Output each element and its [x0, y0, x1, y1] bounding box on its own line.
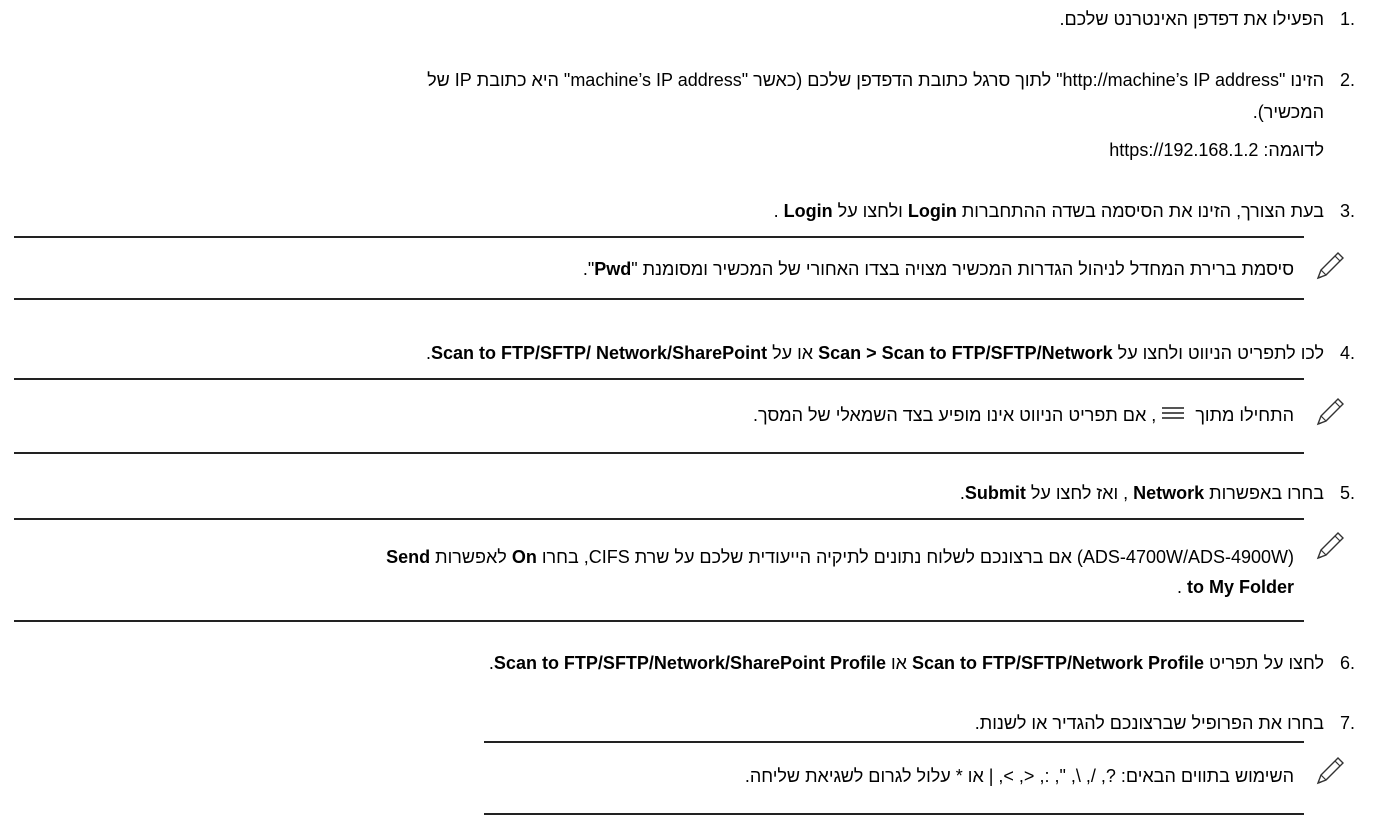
pencil-icon	[1314, 753, 1348, 787]
step-number: 6.	[1340, 653, 1356, 673]
step-text-line: המכשיר).	[1252, 102, 1324, 122]
text-run: , ואז לחצו על	[1025, 483, 1134, 503]
note-default-password: סיסמת ברירת המחדל לניהול הגדרות המכשיר מ…	[14, 236, 1344, 300]
text-run: , אם תפריט הניווט אינו מופיע בצד השמאלי …	[753, 405, 1157, 425]
text-run: .	[1176, 577, 1187, 597]
text-run: לאפשרות	[430, 547, 512, 567]
pencil-icon	[1314, 394, 1348, 428]
password-label: Pwd	[594, 259, 632, 279]
option-name: to My Folder	[1187, 577, 1294, 597]
text-run: ולחצו על	[832, 201, 908, 221]
note-invalid-characters: השימוש בתווים הבאים: ?, /, \, ", :, <, >…	[484, 741, 1344, 815]
step-number: 1.	[1340, 9, 1356, 29]
note-text: התחילו מתוך , אם תפריט הניווט אינו מופיע…	[14, 402, 1294, 429]
option-name: Send	[386, 547, 431, 567]
option-name: Network	[1133, 483, 1205, 503]
step-number: 2.	[1340, 70, 1356, 90]
step-text: לכו לתפריט הניווט ולחצו על Scan > Scan t…	[14, 340, 1324, 366]
step-7: 7. בחרו את הפרופיל שברצונכם להגדיר או לש…	[14, 710, 1364, 736]
example-text: לדוגמה: https://192.168.1.2	[1109, 140, 1324, 160]
pencil-icon	[1314, 528, 1348, 562]
step-4: 4. לכו לתפריט הניווט ולחצו על Scan > Sca…	[14, 340, 1364, 366]
note-cifs: (ADS-4700W/ADS-4900W) אם ברצונכם לשלוח נ…	[14, 518, 1344, 622]
text-run: בחרו באפשרות	[1204, 483, 1324, 503]
text-run: (ADS-4700W/ADS-4900W) אם ברצונכם לשלוח נ…	[536, 547, 1294, 567]
menu-path: Scan > Scan to FTP/SFTP/Network	[818, 343, 1113, 363]
step-text: לחצו על תפריט Scan to FTP/SFTP/Network P…	[14, 650, 1324, 676]
pencil-icon	[1314, 248, 1348, 282]
text-run: או	[885, 653, 912, 673]
step-5: 5. בחרו באפשרות Network , ואז לחצו על Su…	[14, 480, 1364, 506]
step-6: 6. לחצו על תפריט Scan to FTP/SFTP/Networ…	[14, 650, 1364, 676]
step-text: בחרו את הפרופיל שברצונכם להגדיר או לשנות…	[974, 713, 1324, 733]
step-text: הזינו "http://machine’s IP address" לתוך…	[14, 67, 1324, 163]
step-text: הפעילו את דפדפן האינטרנט שלכם.	[1059, 9, 1325, 29]
step-text: בעת הצורך, הזינו את הסיסמה בשדה ההתחברות…	[14, 198, 1324, 224]
step-number: 4.	[1340, 343, 1356, 363]
menu-path: Scan to FTP/SFTP/ Network/SharePoint	[431, 343, 768, 363]
step-number: 7.	[1340, 713, 1356, 733]
step-text-line: הזינו "http://machine’s IP address" לתוך…	[427, 70, 1324, 90]
text-run: לחצו על תפריט	[1204, 653, 1324, 673]
login-field-name: Login	[907, 201, 957, 221]
step-text: בחרו באפשרות Network , ואז לחצו על Submi…	[14, 480, 1324, 506]
instructions-page: 1. הפעילו את דפדפן האינטרנט שלכם. 2. הזי…	[0, 0, 1378, 815]
login-button-name: Login	[783, 201, 833, 221]
step-3: 3. בעת הצורך, הזינו את הסיסמה בשדה ההתחב…	[14, 198, 1364, 224]
profile-menu-name: Scan to FTP/SFTP/Network/SharePoint Prof…	[493, 653, 886, 673]
note-text: סיסמת ברירת המחדל לניהול הגדרות המכשיר מ…	[14, 256, 1294, 282]
text-run: בעת הצורך, הזינו את הסיסמה בשדה ההתחברות	[956, 201, 1324, 221]
submit-button-name: Submit	[964, 483, 1026, 503]
text-run: ".	[582, 259, 595, 279]
note-text: השימוש בתווים הבאים: ?, /, \, ", :, <, >…	[744, 766, 1294, 786]
profile-menu-name: Scan to FTP/SFTP/Network Profile	[911, 653, 1205, 673]
step-1: 1. הפעילו את דפדפן האינטרנט שלכם.	[14, 6, 1364, 32]
note-text: (ADS-4700W/ADS-4900W) אם ברצונכם לשלוח נ…	[14, 544, 1294, 600]
text-run: או על	[767, 343, 819, 363]
option-value: On	[511, 547, 537, 567]
step-number: 5.	[1340, 483, 1356, 503]
text-run: .	[773, 201, 784, 221]
text-run: סיסמת ברירת המחדל לניהול הגדרות המכשיר מ…	[631, 259, 1294, 279]
note-navigation-menu: התחילו מתוך , אם תפריט הניווט אינו מופיע…	[14, 378, 1344, 454]
text-run: התחילו מתוך	[1190, 405, 1294, 425]
hamburger-menu-icon	[1160, 403, 1186, 429]
text-run: לכו לתפריט הניווט ולחצו על	[1112, 343, 1324, 363]
step-number: 3.	[1340, 201, 1356, 221]
note-line: to My Folder .	[14, 574, 1294, 600]
step-2: 2. הזינו "http://machine’s IP address" ל…	[14, 67, 1364, 187]
note-line: (ADS-4700W/ADS-4900W) אם ברצונכם לשלוח נ…	[14, 544, 1294, 570]
